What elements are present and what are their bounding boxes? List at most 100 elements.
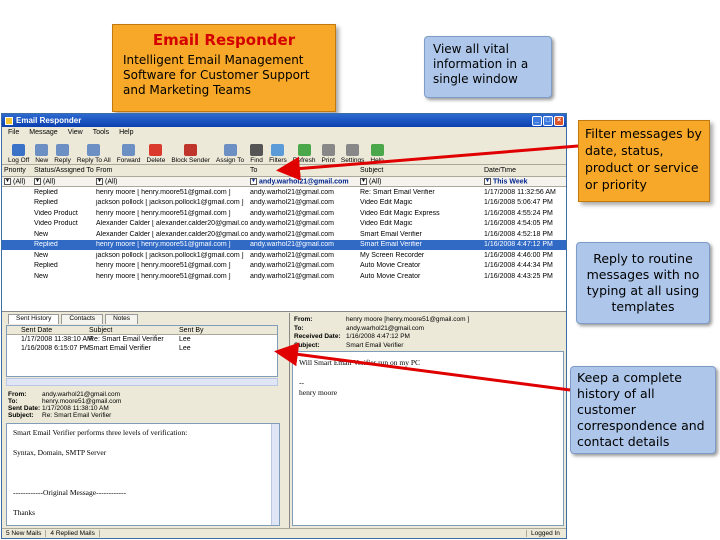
table-row[interactable]: Video Product henry moore [ henry.moore51… <box>2 208 566 219</box>
menu-tools[interactable]: Tools <box>93 129 109 136</box>
history-cell: 1/17/2008 11:38:10 AM <box>21 336 93 343</box>
history-cell: Smart Email Verifier <box>89 345 151 352</box>
chevron-down-icon[interactable]: ▼ <box>484 177 491 185</box>
history-header: Sent Date Subject Sent By <box>7 326 277 335</box>
toolbar-assign-to-button[interactable]: Assign To <box>213 144 247 164</box>
tab-notes[interactable]: Notes <box>105 314 139 324</box>
body-line: henry moore <box>299 388 338 397</box>
menu-help[interactable]: Help <box>119 129 133 136</box>
col-sent-by[interactable]: Sent By <box>179 327 239 334</box>
log-off-icon <box>12 144 26 156</box>
col-status[interactable]: Status/Assigned To <box>32 167 94 174</box>
chevron-down-icon[interactable]: ▼ <box>250 177 257 185</box>
table-cell: Smart Email Verifier <box>360 241 422 249</box>
table-row[interactable]: Video Product Alexander Calder [ alexande… <box>2 219 566 230</box>
chevron-down-icon[interactable]: ▼ <box>4 177 11 185</box>
menu-file[interactable]: File <box>8 129 19 136</box>
status-new-mails: 5 New Mails <box>2 530 47 537</box>
table-cell: Replied <box>34 188 58 196</box>
toolbar-settings-button[interactable]: Settings <box>338 144 368 164</box>
col-date[interactable]: Date/Time <box>482 167 564 174</box>
banner-subtitle: Intelligent Email Management Software fo… <box>123 53 310 97</box>
tab-sent-history[interactable]: Sent History <box>8 314 60 324</box>
table-cell: 1/16/2008 4:44:34 PM <box>484 262 553 270</box>
minimize-icon[interactable]: _ <box>532 115 542 126</box>
status-login: Logged In <box>526 530 566 537</box>
history-cell: Lee <box>179 336 191 343</box>
table-cell: andy.warhol21@gmail.com <box>250 251 335 259</box>
toolbar-refresh-button[interactable]: Refresh <box>290 144 319 164</box>
table-row[interactable]: New jackson pollock [ jackson.pollock1@gm… <box>2 250 566 261</box>
chevron-down-icon[interactable]: ▼ <box>34 177 41 185</box>
toolbar-reply-to-all-button[interactable]: Reply To All <box>74 144 114 164</box>
table-cell: New <box>34 272 49 280</box>
table-row[interactable]: New Alexander Calder [ alexander.calder20… <box>2 229 566 240</box>
history-row[interactable]: 1/17/2008 11:38:10 AM Re: Smart Email Ver… <box>7 335 277 344</box>
reply-icon <box>56 144 70 156</box>
body-line: Smart Email Verifier performs three leve… <box>13 428 188 437</box>
chevron-down-icon[interactable]: ▼ <box>360 177 367 185</box>
table-cell: henry moore [ henry.moore51@gmail.com ] <box>96 209 231 217</box>
refresh-icon <box>297 144 311 156</box>
col-to[interactable]: To <box>248 167 358 174</box>
table-cell: 1/16/2008 4:43:25 PM <box>484 272 553 280</box>
table-cell: Alexander Calder [ alexander.calder20@gm… <box>96 230 248 238</box>
menu-message[interactable]: Message <box>29 129 57 136</box>
toolbar-filters-button[interactable]: Filters <box>266 144 290 164</box>
menu-view[interactable]: View <box>68 129 83 136</box>
col-sent-date[interactable]: Sent Date <box>7 327 89 334</box>
history-row[interactable]: 1/16/2008 6:15:07 PM Smart Email Verifier… <box>7 344 277 353</box>
filter-to[interactable]: ▼ andy.warhol21@gmail.com <box>248 177 358 185</box>
sent-from: andy.warhol21@gmail.com <box>42 391 121 398</box>
close-icon[interactable]: × <box>554 115 564 126</box>
table-row[interactable]: Replied henry moore [ henry.moore51@gmail… <box>2 187 566 198</box>
filter-from[interactable]: ▼ (All) <box>94 177 248 185</box>
sent-mail-body[interactable]: Smart Email Verifier performs three leve… <box>6 423 280 526</box>
table-cell: andy.warhol21@gmail.com <box>250 188 335 196</box>
filter-priority[interactable]: ▼ (All) <box>2 177 32 185</box>
sent-to: henry.moore51@gmail.com <box>42 398 122 405</box>
table-cell: 1/16/2008 4:52:18 PM <box>484 230 553 238</box>
preview-pane: From: henry moore [henry.moore51@gmail.co… <box>289 313 566 528</box>
maximize-icon[interactable]: □ <box>543 115 553 126</box>
table-row[interactable]: Replied henry moore [ henry.moore51@gmail… <box>2 261 566 272</box>
filter-status[interactable]: ▼ (All) <box>32 177 94 185</box>
col-subject[interactable]: Subject <box>358 167 482 174</box>
history-scrollbar[interactable] <box>6 378 278 386</box>
table-cell: Replied <box>34 262 58 270</box>
col-from[interactable]: From <box>94 167 248 174</box>
toolbar-forward-button[interactable]: Forward <box>114 144 144 164</box>
received-subject: Smart Email Verifier <box>346 341 404 349</box>
table-cell: andy.warhol21@gmail.com <box>250 220 335 228</box>
toolbar-log-off-button[interactable]: Log Off <box>5 144 32 164</box>
table-row[interactable]: New henry moore [ henry.moore51@gmail.com… <box>2 271 566 282</box>
toolbar-find-button[interactable]: Find <box>247 144 266 164</box>
tab-contacts[interactable]: Contacts <box>61 314 104 324</box>
col-history-subject[interactable]: Subject <box>89 327 179 334</box>
toolbar-reply-button[interactable]: Reply <box>51 144 74 164</box>
filter-date[interactable]: ▼ This Week <box>482 177 564 185</box>
table-row[interactable]: Replied henry moore [ henry.moore51@gmail… <box>2 239 566 250</box>
table-cell: jackson pollock [ jackson.pollock1@gmail… <box>96 199 244 207</box>
toolbar-help-button[interactable]: Help <box>367 144 386 164</box>
filter-subject[interactable]: ▼ (All) <box>358 177 482 185</box>
body-line: Thanks <box>13 508 36 517</box>
app-icon <box>5 116 13 125</box>
chevron-down-icon[interactable]: ▼ <box>96 177 103 185</box>
received-mail-body[interactable]: Will Smart Email Verifier run on my PC --… <box>292 351 564 526</box>
toolbar-block-sender-button[interactable]: Block Sender <box>168 144 213 164</box>
table-cell: 1/16/2008 5:06:47 PM <box>484 199 553 207</box>
toolbar-print-button[interactable]: Print <box>319 144 338 164</box>
table-cell: andy.warhol21@gmail.com <box>250 272 335 280</box>
table-cell: henry moore [ henry.moore51@gmail.com ] <box>96 272 231 280</box>
table-cell: henry moore [ henry.moore51@gmail.com ] <box>96 188 231 196</box>
toolbar-new-button[interactable]: New <box>32 144 51 164</box>
toolbar-delete-button[interactable]: Delete <box>144 144 169 164</box>
body-scrollbar[interactable] <box>271 424 279 525</box>
table-cell: My Screen Recorder <box>360 251 425 259</box>
toolbar: Log Off New Reply Reply To All Forward Delete… <box>2 138 566 165</box>
col-priority[interactable]: Priority <box>2 167 32 174</box>
table-cell: New <box>34 230 49 238</box>
table-cell: Video Product <box>34 209 78 217</box>
table-row[interactable]: Replied jackson pollock [ jackson.pollock… <box>2 198 566 209</box>
